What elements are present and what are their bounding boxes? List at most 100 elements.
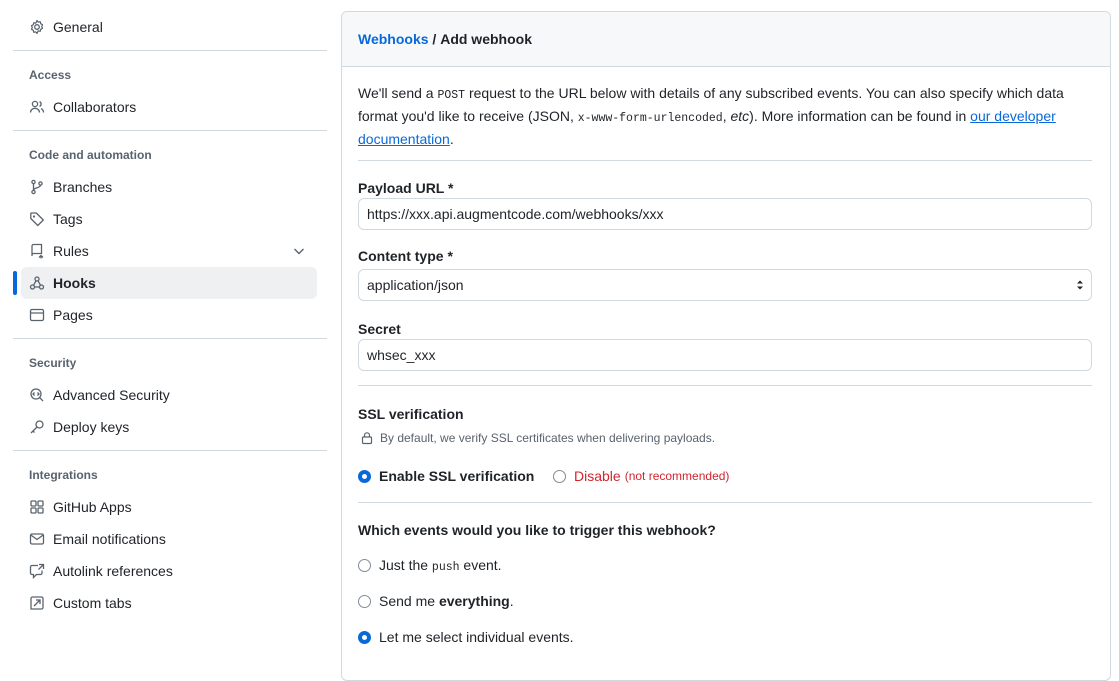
breadcrumb: Webhooks / Add webhook (342, 12, 1110, 67)
sidebar-item-label: Email notifications (53, 531, 166, 547)
sidebar-item-label: General (53, 19, 103, 35)
sidebar-item-pages[interactable]: Pages (21, 299, 317, 331)
section-divider (358, 160, 1092, 161)
event-everything-radio[interactable] (358, 594, 371, 608)
intro-form-code: x-www-form-urlencoded (577, 112, 723, 125)
ssl-disable-radio[interactable] (553, 469, 566, 483)
intro-text: We'll send a POST request to the URL bel… (358, 83, 1098, 150)
chevron-down-icon[interactable] (291, 243, 307, 259)
event-everything-text: Send me everything. (379, 593, 514, 609)
events-question-label: Which events would you like to trigger t… (358, 522, 716, 538)
sidebar-item-label: Rules (53, 243, 89, 259)
lock-icon (360, 431, 374, 445)
sidebar-item-custom-tabs[interactable]: Custom tabs (21, 587, 317, 619)
sidebar-item-email-notifications[interactable]: Email notifications (21, 523, 317, 555)
event-push-pre: Just the (379, 557, 432, 573)
secret-label: Secret (358, 321, 401, 337)
sidebar-heading-code-automation: Code and automation (29, 148, 152, 162)
sidebar-item-general[interactable]: General (21, 11, 317, 43)
event-select-radio[interactable] (358, 630, 371, 644)
sidebar-item-deploy-keys[interactable]: Deploy keys (21, 411, 317, 443)
sidebar-divider (13, 450, 327, 451)
event-push-radio[interactable] (358, 559, 371, 572)
payload-url-label: Payload URL * (358, 180, 454, 196)
breadcrumb-separator: / (428, 31, 441, 47)
sidebar-item-label: Pages (53, 307, 93, 323)
note-icon (29, 595, 45, 611)
git-branch-icon (29, 179, 45, 195)
sidebar-heading-security: Security (29, 356, 77, 370)
intro-etc: etc (730, 108, 750, 124)
event-option-everything[interactable]: Send me everything. (358, 593, 514, 609)
sidebar-item-rules[interactable]: Rules (21, 235, 317, 267)
sidebar-item-label: Autolink references (53, 563, 173, 579)
sidebar-item-label: Hooks (53, 275, 96, 291)
page-title: Add webhook (440, 31, 532, 47)
ssl-verification-label: SSL verification (358, 406, 464, 422)
intro-post-code: POST (437, 89, 466, 102)
ssl-disable-note: (not recommended) (624, 469, 730, 483)
sidebar-item-github-apps[interactable]: GitHub Apps (21, 491, 317, 523)
intro-segment: . (449, 131, 454, 147)
gear-icon (29, 19, 45, 35)
event-all-post: . (509, 593, 514, 609)
ssl-enable-radio[interactable] (358, 469, 371, 483)
browser-icon (29, 307, 45, 323)
ssl-hint-text: By default, we verify SSL certificates w… (380, 431, 716, 445)
sidebar-item-collaborators[interactable]: Collaborators (21, 91, 317, 123)
content-type-label: Content type * (358, 248, 453, 264)
sidebar-item-label: Custom tabs (53, 595, 132, 611)
section-divider (358, 385, 1092, 386)
sidebar-item-hooks[interactable]: Hooks (21, 267, 317, 299)
sidebar-heading-integrations: Integrations (29, 468, 98, 482)
event-all-pre: Send me (379, 593, 439, 609)
sidebar-divider (13, 50, 327, 51)
sidebar-item-label: Collaborators (53, 99, 137, 115)
key-icon (29, 419, 45, 435)
webhook-icon (29, 275, 45, 291)
sidebar-item-tags[interactable]: Tags (21, 203, 317, 235)
intro-segment: ). More information can be found in (749, 108, 971, 124)
ssl-disable-label: Disable (574, 468, 621, 484)
breadcrumb-webhooks-link[interactable]: Webhooks (358, 31, 429, 47)
ssl-enable-option[interactable]: Enable SSL verification (358, 468, 534, 484)
people-icon (29, 99, 45, 115)
sidebar-item-autolink-references[interactable]: Autolink references (21, 555, 317, 587)
sidebar-item-label: Deploy keys (53, 419, 130, 435)
intro-segment: We'll send a (358, 85, 438, 101)
active-item-marker (13, 271, 17, 295)
ssl-hint: By default, we verify SSL certificates w… (360, 431, 715, 445)
select-arrows-icon (1075, 278, 1085, 292)
event-option-push[interactable]: Just the push event. (358, 557, 502, 574)
sidebar-item-label: GitHub Apps (53, 499, 132, 515)
sidebar-heading-access: Access (29, 68, 72, 82)
sidebar-item-label: Branches (53, 179, 113, 195)
settings-sidebar: General Access Collaborators Code and au… (13, 0, 328, 664)
event-select-label: Let me select individual events. (379, 629, 574, 645)
sidebar-item-branches[interactable]: Branches (21, 171, 317, 203)
event-push-text: Just the push event. (379, 557, 502, 574)
event-push-code: push (431, 561, 460, 574)
ssl-disable-option[interactable]: Disable (not recommended) (553, 468, 729, 484)
event-push-post: event. (459, 557, 502, 573)
sidebar-item-label: Advanced Security (53, 387, 170, 403)
sidebar-divider (13, 130, 327, 131)
cross-reference-icon (29, 563, 45, 579)
tag-icon (29, 211, 45, 227)
section-divider (358, 502, 1092, 503)
codescan-icon (29, 387, 45, 403)
ssl-enable-label: Enable SSL verification (379, 468, 535, 484)
event-all-bold: everything (438, 593, 510, 609)
mail-icon (29, 531, 45, 547)
sidebar-item-label: Tags (53, 211, 83, 227)
payload-url-input[interactable]: https://xxx.api.augmentcode.com/webhooks… (358, 198, 1092, 230)
content-type-select[interactable]: application/json (358, 269, 1092, 301)
content-type-value: application/json (367, 277, 464, 293)
sidebar-item-advanced-security[interactable]: Advanced Security (21, 379, 317, 411)
add-webhook-panel: Webhooks / Add webhook We'll send a POST… (341, 11, 1111, 681)
secret-input[interactable]: whsec_xxx (358, 339, 1092, 371)
apps-icon (29, 499, 45, 515)
repo-push-icon (29, 243, 45, 259)
sidebar-divider (13, 338, 327, 339)
event-option-select[interactable]: Let me select individual events. (358, 629, 574, 645)
